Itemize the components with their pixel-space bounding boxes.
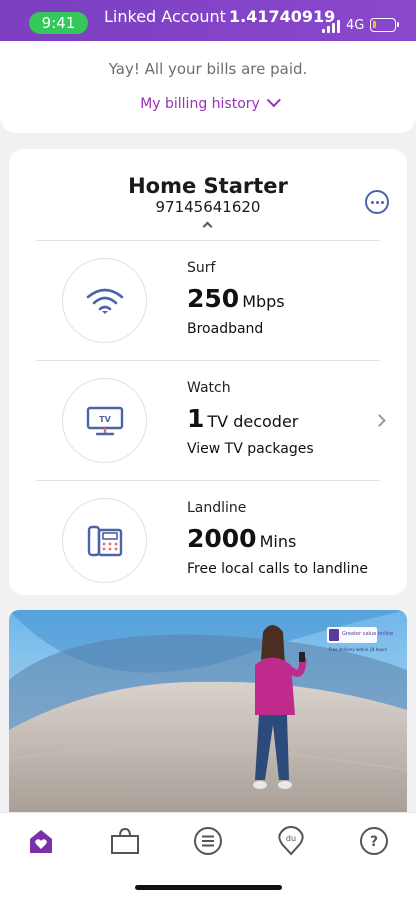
surf-row: Surf 250 Mbps Broadband <box>9 240 407 360</box>
collapse-caret-icon[interactable] <box>202 221 213 232</box>
bills-card: Yay! All your bills are paid. My billing… <box>0 41 416 133</box>
billing-history-link[interactable]: My billing history <box>0 93 416 112</box>
du-location-icon: du <box>278 826 304 856</box>
chevron-down-icon <box>266 93 281 108</box>
battery-icon <box>370 18 399 32</box>
watch-label: Watch <box>187 380 231 396</box>
plan-title: Home Starter <box>128 174 288 198</box>
surf-value: 250 Mbps <box>187 284 285 313</box>
network-type: 4G <box>346 18 365 33</box>
surf-label: Surf <box>187 260 216 276</box>
promo-banner[interactable]: Greater value online Free delivery withi… <box>9 610 407 815</box>
nav-shop-button[interactable] <box>110 826 140 856</box>
nav-home-button[interactable] <box>26 826 56 856</box>
wifi-icon <box>62 258 147 343</box>
help-icon: ? <box>360 827 388 855</box>
status-time: 9:41 <box>29 12 88 34</box>
signal-icon <box>322 19 342 33</box>
landline-sub: Free local calls to landline <box>187 561 369 577</box>
nav-menu-button[interactable] <box>193 826 223 856</box>
svg-text:TV: TV <box>99 415 111 424</box>
watch-sub: View TV packages <box>187 441 314 457</box>
svg-text:?: ? <box>370 834 378 850</box>
linked-account-label: Linked Account <box>104 7 226 26</box>
linked-account-number: 1.41740919 <box>229 7 336 26</box>
chevron-right-icon <box>373 414 386 427</box>
status-bar: 9:41 Linked Account 1.41740919 4G <box>0 0 416 41</box>
desk-phone-icon <box>62 498 147 583</box>
nav-store-locator-button[interactable]: du <box>276 826 306 856</box>
billing-history-label: My billing history <box>140 96 260 112</box>
surf-sub: Broadband <box>187 321 264 337</box>
plan-card: Home Starter 97145641620 Surf 250 Mbps Br… <box>9 149 407 595</box>
shopping-bag-icon <box>111 827 139 854</box>
tv-icon: TV <box>62 378 147 463</box>
promo-badge-title: Greater value online <box>342 631 393 637</box>
landline-row: Landline 2000 Mins Free local calls to la… <box>9 480 407 600</box>
plan-number: 97145641620 <box>155 198 261 216</box>
svg-text:du: du <box>286 834 296 843</box>
watch-value: 1 TV decoder <box>187 404 299 433</box>
more-options-button[interactable] <box>365 190 389 214</box>
landline-label: Landline <box>187 500 247 516</box>
bills-paid-message: Yay! All your bills are paid. <box>108 60 308 78</box>
promo-badge-sub: Free delivery within 24 hours <box>329 647 387 652</box>
home-heart-icon <box>30 830 52 853</box>
home-indicator <box>135 885 282 890</box>
landline-value: 2000 Mins <box>187 524 297 553</box>
watch-row[interactable]: TV Watch 1 TV decoder View TV packages <box>9 360 407 480</box>
menu-icon <box>194 827 222 855</box>
nav-help-button[interactable]: ? <box>359 826 389 856</box>
